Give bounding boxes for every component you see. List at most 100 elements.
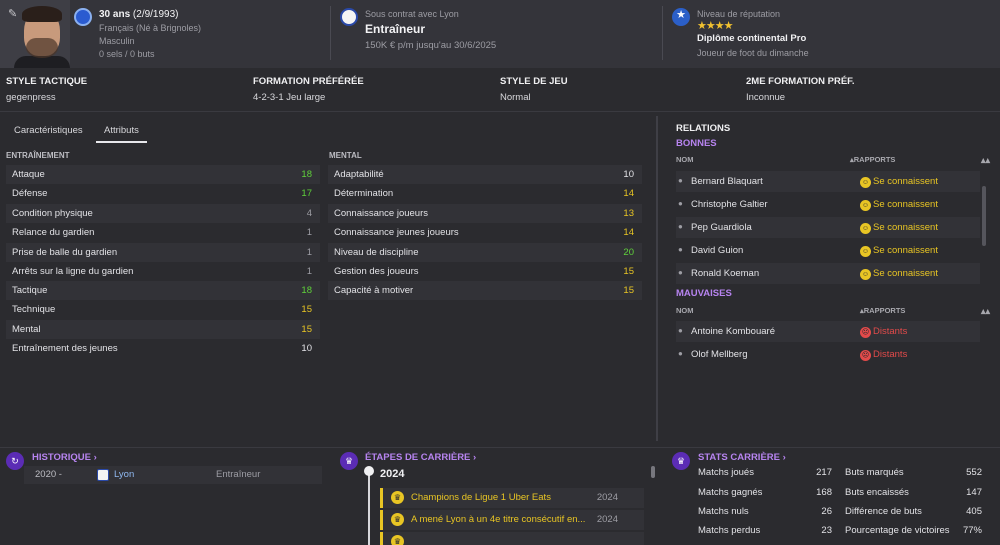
relation-name[interactable]: Pep Guardiola: [691, 222, 752, 233]
attribute-value: 14: [623, 188, 634, 199]
attribute-value: 1: [306, 247, 312, 258]
attribute-row[interactable]: Adaptabilité 10: [328, 165, 642, 184]
attribute-row[interactable]: Détermination 14: [328, 184, 642, 203]
stat-value: 147: [966, 487, 982, 498]
milestone-row[interactable]: ♛ A mené Lyon à un 4e titre consécutif e…: [380, 510, 644, 530]
bad-relations-header: NOM ▴RAPPORTS ▴▴: [676, 306, 990, 317]
trophy-icon: ♛: [391, 535, 404, 545]
relation-name[interactable]: Christophe Galtier: [691, 199, 768, 210]
status-text: Se connaissent: [873, 176, 938, 187]
attribute-row[interactable]: Connaissance joueurs 13: [328, 204, 642, 223]
relation-row[interactable]: ● David Guion ☺ Se connaissent: [676, 240, 980, 261]
stat-value: 552: [966, 467, 982, 478]
stat-value: 405: [966, 506, 982, 517]
milestone-text: Champions de Ligue 1 Uber Eats: [411, 492, 551, 503]
relation-name[interactable]: Antoine Kombouaré: [691, 326, 775, 337]
history-row[interactable]: 2020 - Lyon Entraîneur: [24, 466, 322, 484]
attribute-name: Relance du gardien: [12, 227, 95, 238]
relation-row[interactable]: ● Antoine Kombouaré ☹ Distants: [676, 321, 980, 342]
attribute-row[interactable]: Arrêts sur la ligne du gardien 1: [6, 262, 320, 281]
tab-characteristics[interactable]: Caractéristiques: [6, 120, 91, 141]
attribute-value: 17: [301, 188, 312, 199]
attribute-value: 15: [301, 304, 312, 315]
training-section-label: ENTRAÎNEMENT: [6, 151, 70, 160]
timeline-dot: [364, 466, 374, 476]
stat-label: Buts marqués: [845, 467, 904, 478]
attribute-row[interactable]: Relance du gardien 1: [6, 223, 320, 242]
relation-row[interactable]: ● Ronald Koeman ☺ Se connaissent: [676, 263, 980, 284]
star-badge-icon: ★: [672, 8, 690, 26]
reports-column-header[interactable]: ▴RAPPORTS: [850, 155, 895, 164]
tactic-value: Normal: [500, 92, 531, 103]
relation-name[interactable]: David Guion: [691, 245, 743, 256]
tab-attributes[interactable]: Attributs: [96, 120, 147, 143]
header-divider: [662, 6, 663, 60]
attribute-name: Mental: [12, 324, 41, 335]
reputation-label: Niveau de réputation: [697, 9, 781, 19]
bottom-panels: ↻ HISTORIQUE › 2020 - Lyon Entraîneur ♛ …: [0, 447, 1000, 545]
relations-scrollbar[interactable]: [982, 186, 986, 246]
relation-name[interactable]: Olof Mellberg: [691, 349, 748, 360]
attribute-row[interactable]: Attaque 18: [6, 165, 320, 184]
attribute-name: Tactique: [12, 285, 48, 296]
attribute-row[interactable]: Prise de balle du gardien 1: [6, 243, 320, 262]
relation-row[interactable]: ● Olof Mellberg ☹ Distants: [676, 344, 980, 365]
history-icon: ↻: [6, 452, 24, 470]
edit-icon[interactable]: ✎: [8, 7, 17, 20]
relation-row[interactable]: ● Pep Guardiola ☺ Se connaissent: [676, 217, 980, 238]
relation-row[interactable]: ● Christophe Galtier ☺ Se connaissent: [676, 194, 980, 215]
relation-name[interactable]: Bernard Blaquart: [691, 176, 763, 187]
stat-label: Matchs gagnés: [698, 487, 763, 498]
status-text: Se connaissent: [873, 268, 938, 279]
tactic-label: STYLE DE JEU: [500, 76, 568, 87]
stat-value: 77%: [962, 525, 982, 536]
stat-value: 23: [821, 525, 832, 536]
attribute-value: 1: [306, 266, 312, 277]
good-relations-label: BONNES: [676, 138, 717, 149]
frown-icon: ☹: [860, 350, 871, 361]
stat-label: Buts encaissés: [845, 487, 909, 498]
reports-column-header[interactable]: ▴RAPPORTS: [860, 306, 905, 315]
frown-icon: ☹: [860, 327, 871, 338]
attribute-row[interactable]: Mental 15: [6, 320, 320, 339]
relation-status: ☺ Se connaissent: [860, 245, 938, 257]
attribute-row[interactable]: Capacité à motiver 15: [328, 281, 642, 300]
smile-icon: ☺: [860, 177, 871, 188]
attribute-row[interactable]: Gestion des joueurs 15: [328, 262, 642, 281]
relation-name[interactable]: Ronald Koeman: [691, 268, 759, 279]
attribute-name: Détermination: [334, 188, 394, 199]
trophy-icon: ♛: [391, 491, 404, 504]
name-column-header[interactable]: NOM: [676, 306, 694, 315]
attribute-row[interactable]: Défense 17: [6, 184, 320, 203]
age: 30 ans: [99, 9, 131, 20]
stats-title-link[interactable]: STATS CARRIÈRE ›: [698, 452, 786, 463]
attribute-row[interactable]: Connaissance jeunes joueurs 14: [328, 223, 642, 242]
attribute-row[interactable]: Tactique 18: [6, 281, 320, 300]
milestone-row[interactable]: ♛ Champions de Ligue 1 Uber Eats 2024: [380, 488, 644, 508]
attribute-name: Adaptabilité: [334, 169, 384, 180]
stat-label: Matchs joués: [698, 467, 754, 478]
milestone-row[interactable]: ♛: [380, 532, 644, 545]
attribute-row[interactable]: Entraînement des jeunes 10: [6, 339, 320, 358]
name-column-header[interactable]: NOM: [676, 155, 694, 164]
sort-arrows-icon[interactable]: ▴▴: [981, 306, 990, 317]
contract-label: Sous contrat avec Lyon: [365, 9, 459, 19]
career-title-link[interactable]: ÉTAPES DE CARRIÈRE ›: [365, 452, 476, 463]
relation-row[interactable]: ● Bernard Blaquart ☺ Se connaissent: [676, 171, 980, 192]
attribute-row[interactable]: Condition physique 4: [6, 204, 320, 223]
sort-arrows-icon[interactable]: ▴▴: [981, 155, 990, 166]
history-club-link[interactable]: Lyon: [114, 469, 134, 480]
milestones-scrollbar[interactable]: [651, 466, 655, 478]
timeline-line: [368, 468, 370, 545]
attribute-value: 1: [306, 227, 312, 238]
attribute-row[interactable]: Technique 15: [6, 300, 320, 319]
attribute-row[interactable]: Niveau de discipline 20: [328, 243, 642, 262]
history-title-link[interactable]: HISTORIQUE ›: [32, 452, 97, 463]
trophy-icon: ♛: [672, 452, 690, 470]
status-text: Se connaissent: [873, 245, 938, 256]
attribute-name: Connaissance joueurs: [334, 208, 429, 219]
person-icon: ●: [678, 176, 683, 185]
lyon-badge-icon[interactable]: [340, 8, 358, 26]
attribute-name: Défense: [12, 188, 48, 199]
lyon-badge-icon: [97, 469, 109, 481]
